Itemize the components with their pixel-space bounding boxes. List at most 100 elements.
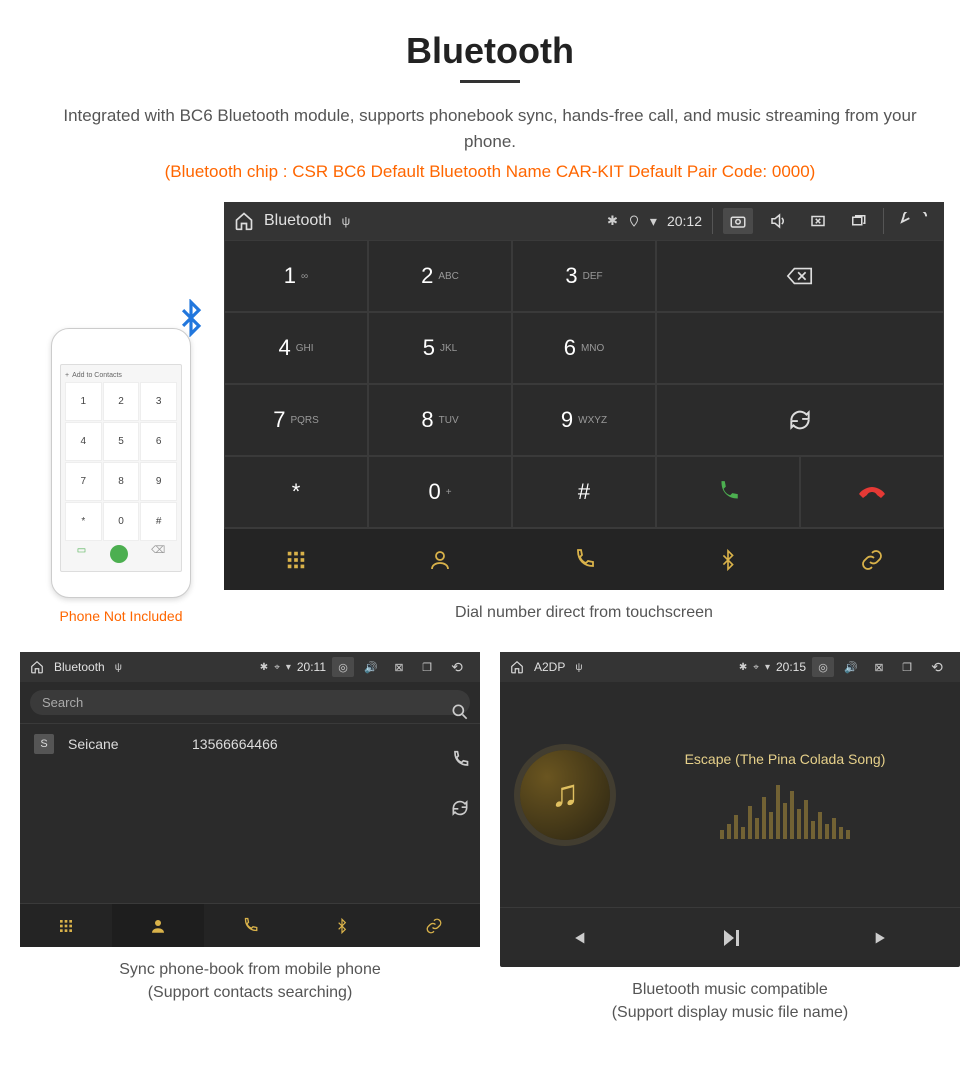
prev-track-button[interactable] [500,907,653,967]
screenshot-icon[interactable]: ◎ [812,657,834,677]
usb-icon: ψ [575,662,582,673]
home-icon[interactable] [30,660,44,674]
dial-key-1[interactable]: 1∞ [224,240,368,312]
wifi-icon: ▾ [765,662,770,673]
nav-contacts-icon[interactable] [112,903,204,947]
volume-icon[interactable]: 🔊 [360,654,382,680]
recent-apps-icon[interactable] [843,208,873,234]
contact-number: 13566664466 [192,736,278,752]
hangup-button[interactable] [800,456,944,528]
clock: 20:12 [667,213,702,229]
location-icon: ⌖ [274,662,280,673]
dial-key-7[interactable]: 7PQRS [224,384,368,456]
page-title: Bluetooth [20,30,960,72]
back-icon[interactable]: ⟲ [444,654,470,680]
music-caption-1: Bluetooth music compatible [500,979,960,1001]
nav-bluetooth-icon[interactable] [296,903,388,947]
backspace-button[interactable] [656,240,944,312]
mini-call-icon [110,545,128,563]
phone-key: * [65,502,102,541]
phonebook-caption-2: (Support contacts searching) [20,982,480,1004]
volume-icon[interactable]: 🔊 [840,654,862,680]
nav-calllog-icon[interactable] [204,903,296,947]
plus-icon: + [65,372,69,379]
dial-key-8[interactable]: 8TUV [368,384,512,456]
location-icon [628,215,640,227]
home-icon[interactable] [234,211,254,231]
dial-key-3[interactable]: 3DEF [512,240,656,312]
call-button[interactable] [656,456,800,528]
phone-caption: Phone Not Included [36,608,206,624]
contact-name: Seicane [68,736,178,752]
screenshot-icon[interactable]: ◎ [332,657,354,677]
empty-cell [656,312,944,384]
mini-msg-icon: ▭ [77,545,86,563]
title-underline [460,80,520,83]
phone-key: 5 [103,422,140,461]
nav-keypad-icon[interactable] [224,528,368,590]
screenshot-icon[interactable] [723,208,753,234]
nav-pair-icon[interactable] [800,528,944,590]
phone-key: 0 [103,502,140,541]
search-input[interactable]: Search [30,690,470,715]
dial-key-4[interactable]: 4GHI [224,312,368,384]
nav-keypad-icon[interactable] [20,903,112,947]
wifi-icon: ▾ [650,213,657,230]
home-icon[interactable] [510,660,524,674]
close-app-icon[interactable]: ⊠ [868,654,890,680]
phonebook-caption-1: Sync phone-book from mobile phone [20,959,480,981]
add-contacts-label: Add to Contacts [72,372,122,379]
recent-apps-icon[interactable]: ❐ [896,654,918,680]
dial-key-*[interactable]: * [224,456,368,528]
phone-key: 8 [103,462,140,501]
back-icon[interactable] [894,208,934,234]
dial-key-9[interactable]: 9WXYZ [512,384,656,456]
contact-row[interactable]: S Seicane 13566664466 [20,724,480,764]
phone-key: 9 [140,462,177,501]
music-note-icon: ♫ [551,773,580,816]
recent-apps-icon[interactable]: ❐ [416,654,438,680]
album-art-icon: ♫ [520,750,610,840]
dial-key-2[interactable]: 2ABC [368,240,512,312]
call-icon[interactable] [450,750,470,770]
song-title: Escape (The Pina Colada Song) [685,751,886,767]
close-app-icon[interactable]: ⊠ [388,654,410,680]
visualizer [655,779,915,839]
nav-pair-icon[interactable] [388,903,480,947]
phone-key: 4 [65,422,102,461]
search-icon[interactable] [450,702,470,722]
description: Integrated with BC6 Bluetooth module, su… [50,103,930,154]
nav-bluetooth-icon[interactable] [656,528,800,590]
nav-calllog-icon[interactable] [512,528,656,590]
play-pause-button[interactable] [653,907,806,967]
phone-key: 7 [65,462,102,501]
phonebook-device: Bluetooth ψ ✱ ⌖ ▾ 20:11 ◎ 🔊 ⊠ ❐ ⟲ [20,652,480,947]
phone-key: 6 [140,422,177,461]
usb-icon: ψ [115,662,122,673]
location-icon: ⌖ [753,662,759,673]
mini-back-icon: ⌫ [151,545,165,563]
back-icon[interactable]: ⟲ [924,654,950,680]
statusbar-title: Bluetooth [54,660,105,674]
phone-mockup: + Add to Contacts 123456789*0# ▭ ⌫ [51,328,191,598]
dial-key-#[interactable]: # [512,456,656,528]
bluetooth-icon [172,299,210,337]
next-track-button[interactable] [807,907,960,967]
close-app-icon[interactable] [803,208,833,234]
redial-button[interactable] [656,384,944,456]
wifi-icon: ▾ [286,662,291,673]
bluetooth-status-icon: ✱ [739,662,747,673]
statusbar: Bluetooth ψ ✱ ▾ 20:12 [224,202,944,240]
dial-key-0[interactable]: 0+ [368,456,512,528]
dial-key-6[interactable]: 6MNO [512,312,656,384]
volume-icon[interactable] [763,208,793,234]
sync-icon[interactable] [450,798,470,818]
clock: 20:11 [297,660,326,674]
dial-key-5[interactable]: 5JKL [368,312,512,384]
statusbar-title: Bluetooth [264,212,332,230]
phone-key: 3 [140,382,177,421]
nav-contacts-icon[interactable] [368,528,512,590]
dialer-device: Bluetooth ψ ✱ ▾ 20:12 [224,202,944,590]
bluetooth-status-icon: ✱ [260,662,268,673]
music-caption-2: (Support display music file name) [500,1002,960,1024]
